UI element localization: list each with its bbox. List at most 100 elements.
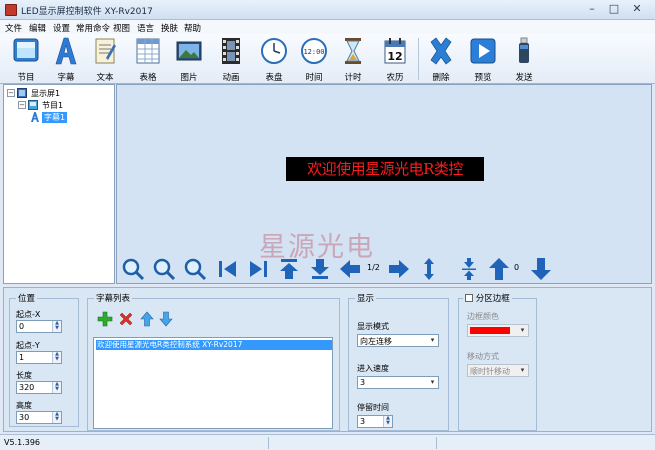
border-group-title: 分区边框 <box>463 292 512 304</box>
subtitle-node-icon <box>31 112 39 122</box>
picture-button[interactable]: 图片 <box>170 36 208 83</box>
text-button[interactable]: 文本 <box>86 36 124 83</box>
position-group: 位置 起点-X 0 ▲ ▼ 起点-Y 1 ▲ ▼ 长度 320 ▲ ▼ 高度 30 ▲ ▼ <box>9 292 79 427</box>
list-item[interactable]: 欢迎使用星源光电R类控制系统 XY-Rv2017 <box>96 340 332 350</box>
menu-settings[interactable]: 设置 <box>53 22 70 34</box>
usb-send-icon <box>519 37 529 63</box>
start-y-label: 起点-Y <box>16 341 40 350</box>
border-checkbox[interactable] <box>465 294 473 302</box>
previous-page-icon[interactable] <box>338 257 362 281</box>
length-label: 长度 <box>16 371 32 380</box>
menu-bar: 文件 编辑 设置 常用命令 视图 语言 换肤 帮助 <box>0 20 655 34</box>
remove-icon[interactable] <box>118 311 134 327</box>
menu-file[interactable]: 文件 <box>5 22 22 34</box>
timer-button[interactable]: 计时 <box>334 36 372 83</box>
subtitle-list[interactable]: 欢迎使用星源光电R类控制系统 XY-Rv2017 <box>93 337 333 429</box>
border-color-swatch <box>470 327 510 334</box>
menu-common-commands[interactable]: 常用命令 <box>76 22 110 34</box>
menu-edit[interactable]: 编辑 <box>29 22 46 34</box>
page-indicator: 1/2 <box>367 263 380 272</box>
status-divider <box>268 437 269 449</box>
animation-button[interactable]: 动画 <box>212 36 250 83</box>
clock-dial-icon <box>261 38 287 64</box>
svg-text:12:00: 12:00 <box>303 48 324 56</box>
border-color-select[interactable]: ▾ <box>467 324 529 337</box>
tree-expander[interactable]: − <box>7 89 15 97</box>
preview-button[interactable]: 预览 <box>464 36 502 83</box>
preview-area: 欢迎使用星源光电R类控 星源光电 1/2 0 <box>116 84 652 284</box>
svg-text:12: 12 <box>387 50 402 63</box>
position-group-title: 位置 <box>16 292 38 304</box>
led-preview-text: 欢迎使用星源光电R类控 <box>286 157 484 181</box>
digital-time-icon: 12:00 <box>301 38 327 64</box>
expand-vertical-icon[interactable] <box>417 257 441 281</box>
display-mode-select[interactable]: 向左连移 ▾ <box>357 334 439 347</box>
add-icon[interactable] <box>97 311 113 327</box>
move-item-up-icon[interactable] <box>140 311 154 327</box>
stay-time-label: 停留时间 <box>357 403 389 412</box>
zoom-out-icon[interactable] <box>152 257 176 281</box>
height-input[interactable]: 30 ▲ ▼ <box>16 411 62 424</box>
last-page-icon[interactable] <box>246 257 270 281</box>
menu-language[interactable]: 语言 <box>137 22 154 34</box>
border-color-label: 边框颜色 <box>467 312 499 321</box>
program-button[interactable]: 节目 <box>7 36 45 83</box>
move-top-icon[interactable] <box>277 257 301 281</box>
move-mode-label: 移动方式 <box>467 352 499 361</box>
zoom-fit-icon[interactable] <box>183 257 207 281</box>
maximize-button[interactable]: □ <box>605 2 623 16</box>
screen-icon <box>17 88 27 98</box>
text-icon <box>95 38 116 64</box>
move-up-icon[interactable] <box>487 257 511 281</box>
subtitle-icon <box>55 37 77 65</box>
move-down-icon[interactable] <box>529 257 553 281</box>
entry-speed-label: 进入速度 <box>357 364 389 373</box>
send-button[interactable]: 发送 <box>505 36 543 83</box>
stay-time-input[interactable]: 3 ▲ ▼ <box>357 415 393 428</box>
tree-expander[interactable]: − <box>18 101 26 109</box>
toolbar: 节目 字幕 文本 表格 图片 动画 表盘 12:00 时间 计时 12 农历 删… <box>0 34 655 84</box>
program-tree: − 显示屏1 − 节目1 字幕1 <box>3 84 115 284</box>
close-button[interactable]: ✕ <box>628 2 646 16</box>
menu-skin[interactable]: 换肤 <box>161 22 178 34</box>
table-icon <box>136 38 160 64</box>
delete-icon <box>430 37 452 65</box>
next-page-icon[interactable] <box>387 257 411 281</box>
zoom-in-icon[interactable] <box>121 257 145 281</box>
menu-help[interactable]: 帮助 <box>184 22 201 34</box>
move-item-down-icon[interactable] <box>159 311 173 327</box>
start-x-input[interactable]: 0 ▲ ▼ <box>16 320 62 333</box>
length-input[interactable]: 320 ▲ ▼ <box>16 381 62 394</box>
title-bar: LED显示屏控制软件 XY-Rv2017 – □ ✕ <box>0 0 655 20</box>
window-title: LED显示屏控制软件 XY-Rv2017 <box>21 7 153 17</box>
display-group-title: 显示 <box>355 292 377 304</box>
height-label: 高度 <box>16 401 32 410</box>
clock-dial-button[interactable]: 表盘 <box>255 36 293 83</box>
tree-label-program: 节目1 <box>42 101 64 110</box>
animation-icon <box>222 38 240 64</box>
status-divider <box>436 437 437 449</box>
subtitle-button[interactable]: 字幕 <box>47 36 85 83</box>
minimize-button[interactable]: – <box>583 2 601 16</box>
entry-speed-select[interactable]: 3 ▾ <box>357 376 439 389</box>
start-y-input[interactable]: 1 ▲ ▼ <box>16 351 62 364</box>
display-mode-label: 显示模式 <box>357 322 389 331</box>
shrink-vertical-icon[interactable] <box>457 257 481 281</box>
menu-view[interactable]: 视图 <box>113 22 130 34</box>
first-page-icon[interactable] <box>216 257 240 281</box>
hourglass-icon <box>345 38 361 64</box>
calendar-icon: 12 <box>384 38 406 64</box>
delete-button[interactable]: 删除 <box>422 36 460 83</box>
subtitle-list-title: 字幕列表 <box>94 292 133 304</box>
status-bar: V5.1.396 <box>0 434 655 450</box>
table-button[interactable]: 表格 <box>129 36 167 83</box>
move-bottom-icon[interactable] <box>308 257 332 281</box>
move-mode-select[interactable]: 顺时针移动 ▾ <box>467 364 529 377</box>
digital-time-button[interactable]: 12:00 时间 <box>295 36 333 83</box>
display-group: 显示 显示模式 向左连移 ▾ 进入速度 3 ▾ 停留时间 3 ▲ ▼ <box>348 292 449 431</box>
program-node-icon <box>28 100 38 110</box>
tree-label-screen: 显示屏1 <box>31 89 61 98</box>
program-icon <box>13 38 39 62</box>
border-group: 分区边框 边框颜色 ▾ 移动方式 顺时针移动 ▾ <box>458 292 537 431</box>
lunar-calendar-button[interactable]: 12 农历 <box>376 36 414 83</box>
